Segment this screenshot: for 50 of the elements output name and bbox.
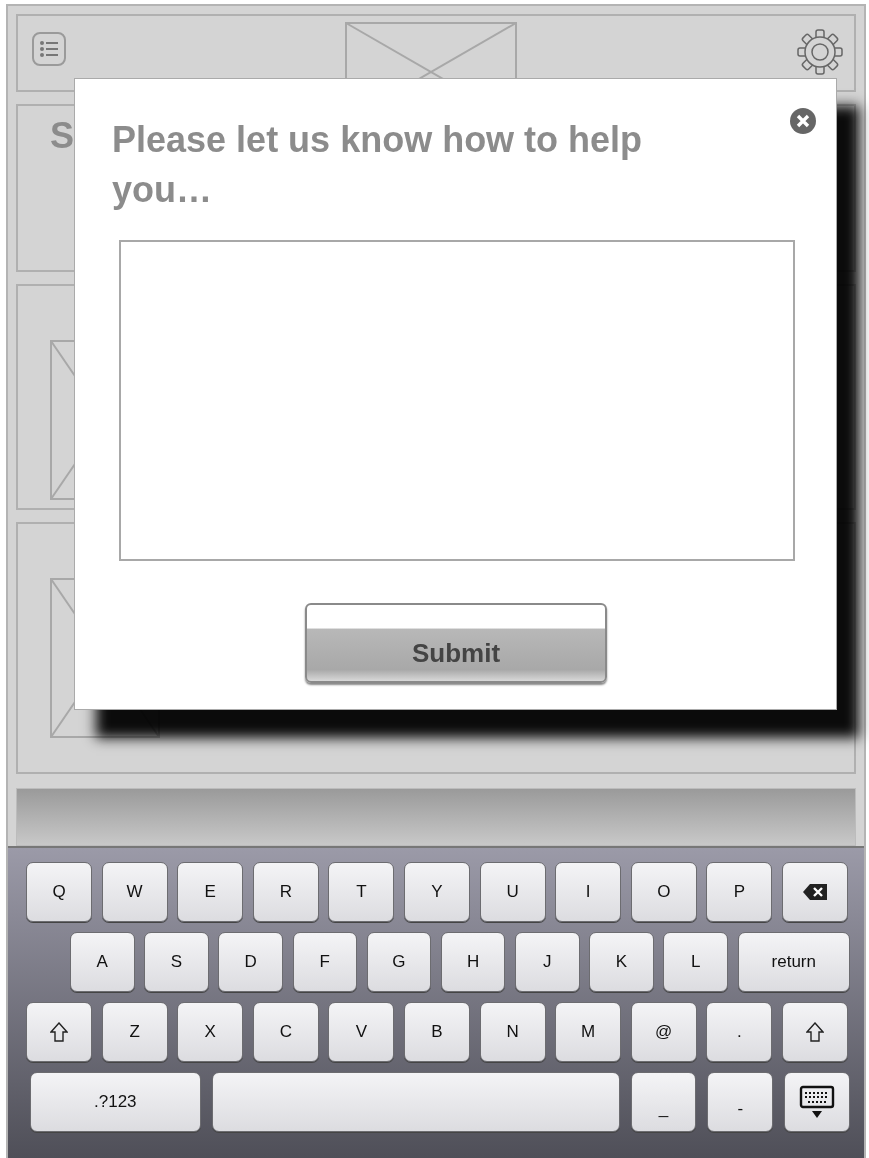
keyboard-key[interactable]: Z <box>101 1002 168 1062</box>
keyboard-key[interactable]: J <box>515 932 580 992</box>
backspace-key[interactable] <box>781 862 848 922</box>
keyboard-key[interactable]: I <box>555 862 622 922</box>
keyboard-key[interactable]: R <box>252 862 319 922</box>
keyboard-key[interactable]: F <box>292 932 358 992</box>
keyboard-key[interactable]: H <box>440 932 506 992</box>
keyboard-key[interactable]: return <box>737 932 851 992</box>
keyboard-key[interactable]: M <box>555 1002 622 1062</box>
keyboard-key[interactable]: S <box>144 932 209 992</box>
keyboard-key[interactable]: L <box>663 932 728 992</box>
keyboard-key[interactable]: X <box>177 1002 244 1062</box>
keyboard-key[interactable]: V <box>328 1002 395 1062</box>
keyboard-key[interactable]: T <box>328 862 395 922</box>
settings-icon[interactable] <box>796 28 844 76</box>
card-title: S <box>50 114 74 158</box>
keyboard-key[interactable]: Q <box>26 862 92 922</box>
dialog-title: Please let us know how to help you… <box>112 118 644 213</box>
keyboard-key[interactable]: U <box>479 862 546 922</box>
close-icon <box>789 107 817 135</box>
keyboard-key[interactable]: Y <box>403 862 470 922</box>
submit-button[interactable]: Submit <box>305 603 607 683</box>
backspace-icon <box>801 883 828 901</box>
keyboard-key[interactable]: E <box>177 862 244 922</box>
keyboard-key[interactable]: P <box>706 862 773 922</box>
keyboard-key[interactable]: .?123 <box>30 1072 201 1132</box>
keyboard-key[interactable]: C <box>252 1002 319 1062</box>
keyboard-key[interactable]: _ <box>630 1072 697 1132</box>
keyboard-key[interactable]: W <box>101 862 168 922</box>
keyboard-key[interactable]: B <box>403 1002 470 1062</box>
message-field[interactable] <box>119 240 795 561</box>
keyboard-key[interactable]: G <box>366 932 432 992</box>
list-icon <box>40 41 58 57</box>
shift-icon <box>50 1022 68 1042</box>
shift-key[interactable] <box>781 1002 848 1062</box>
keyboard-key[interactable]: K <box>589 932 654 992</box>
keyboard-key[interactable]: N <box>479 1002 546 1062</box>
hide-keyboard-key[interactable] <box>784 1072 850 1132</box>
keyboard-key[interactable]: D <box>218 932 283 992</box>
keyboard-icon <box>799 1085 836 1119</box>
keyboard-key[interactable]: O <box>630 862 697 922</box>
keyboard-key[interactable]: A <box>70 932 135 992</box>
shift-key[interactable] <box>26 1002 92 1062</box>
menu-button[interactable] <box>32 32 66 66</box>
keyboard-key[interactable]: @ <box>630 1002 697 1062</box>
close-button[interactable] <box>789 107 817 135</box>
space-key[interactable] <box>211 1072 620 1132</box>
keyboard-key[interactable]: - <box>707 1072 774 1132</box>
shift-icon <box>805 1022 824 1042</box>
keyboard-key[interactable]: . <box>706 1002 773 1062</box>
